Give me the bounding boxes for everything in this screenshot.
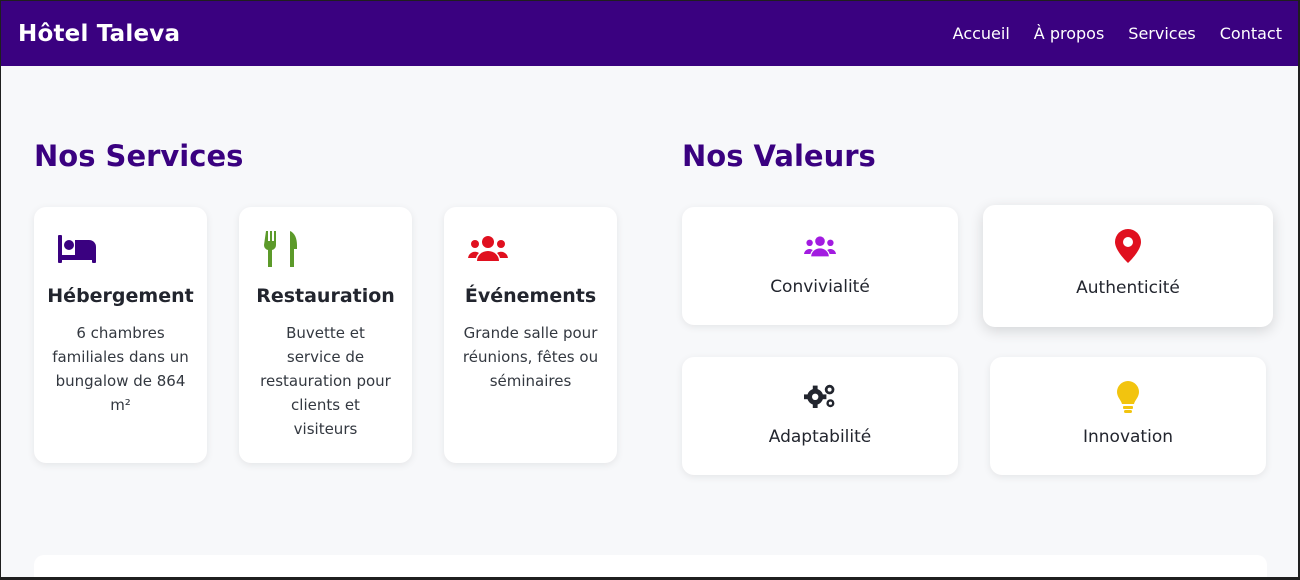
nav-link-contact[interactable]: Contact bbox=[1220, 24, 1282, 43]
nav-links: Accueil À propos Services Contact bbox=[953, 24, 1282, 43]
brand-logo-text[interactable]: Hôtel Taleva bbox=[18, 21, 180, 47]
utensils-icon bbox=[263, 231, 297, 267]
value-label: Convivialité bbox=[770, 277, 870, 297]
service-description: Buvette et service de restauration pour … bbox=[260, 324, 391, 438]
service-title: Hébergement bbox=[47, 285, 194, 307]
value-card-adaptabilite: Adaptabilité bbox=[682, 357, 958, 475]
service-card-hebergement: Hébergement 6 chambres familiales dans u… bbox=[34, 207, 207, 463]
value-card-convivialite: Convivialité bbox=[682, 207, 958, 325]
value-label: Adaptabilité bbox=[768, 427, 872, 447]
service-title: Restauration bbox=[256, 285, 395, 307]
lightbulb-icon bbox=[1117, 381, 1139, 413]
gears-icon bbox=[804, 384, 835, 408]
values-heading: Nos Valeurs bbox=[682, 139, 876, 173]
bed-icon bbox=[58, 235, 96, 263]
page: Hôtel Taleva Accueil À propos Services C… bbox=[1, 1, 1298, 577]
value-label: Authenticité bbox=[1076, 278, 1180, 298]
value-label: Innovation bbox=[1082, 427, 1173, 447]
service-card-evenements: Événements Grande salle pour réunions, f… bbox=[444, 207, 617, 463]
nav-link-services[interactable]: Services bbox=[1128, 24, 1195, 43]
service-card-restauration: Restauration Buvette et service de resta… bbox=[239, 207, 412, 463]
users-icon bbox=[804, 236, 836, 257]
nav-link-accueil[interactable]: Accueil bbox=[953, 24, 1010, 43]
value-card-innovation: Innovation bbox=[990, 357, 1266, 475]
service-description: 6 chambres familiales dans un bungalow d… bbox=[52, 324, 189, 414]
service-description: Grande salle pour réunions, fêtes ou sém… bbox=[462, 324, 599, 390]
nav-link-a-propos[interactable]: À propos bbox=[1034, 24, 1104, 43]
users-icon bbox=[468, 236, 508, 261]
value-card-authenticite: Authenticité bbox=[983, 205, 1273, 327]
next-section-card bbox=[34, 555, 1267, 577]
navbar: Hôtel Taleva Accueil À propos Services C… bbox=[1, 1, 1298, 66]
map-pin-icon bbox=[1115, 229, 1141, 263]
service-title: Événements bbox=[464, 285, 597, 307]
services-heading: Nos Services bbox=[34, 139, 244, 173]
